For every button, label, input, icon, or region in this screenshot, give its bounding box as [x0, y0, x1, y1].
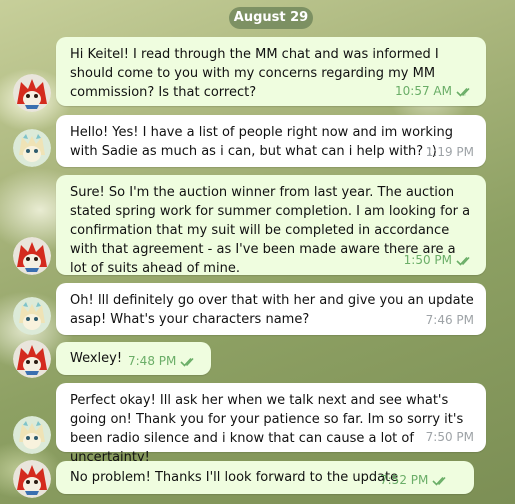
double-check-icon [180, 357, 194, 367]
avatar-recipient[interactable] [13, 297, 51, 335]
avatar-recipient[interactable] [13, 416, 51, 454]
message-time: 1:19 PM [425, 145, 474, 159]
message-time: 7:52 PM [380, 473, 429, 487]
message-meta: 7:48 PM [128, 352, 198, 371]
message-time: 7:46 PM [425, 313, 474, 327]
message-meta: 1:19 PM [426, 143, 474, 162]
message-text: Hello! Yes! I have a list of people righ… [70, 125, 453, 159]
red-character-avatar-icon [13, 460, 51, 498]
avatar-sender[interactable] [13, 74, 51, 112]
red-character-avatar-icon [13, 340, 51, 378]
double-check-icon [456, 256, 470, 266]
message-text: Oh! Ill definitely go over that with her… [70, 293, 474, 327]
message-text: Perfect okay! Ill ask her when we talk n… [70, 393, 464, 465]
cream-character-avatar-icon [13, 129, 51, 167]
message-time: 7:48 PM [128, 354, 177, 368]
message-meta: 10:57 AM [395, 82, 474, 101]
message-bubble-incoming[interactable]: Hello! Yes! I have a list of people righ… [56, 115, 486, 167]
message-bubble-outgoing[interactable]: Wexley! 7:48 PM [56, 342, 211, 375]
avatar-sender[interactable] [13, 237, 51, 275]
cream-character-avatar-icon [13, 416, 51, 454]
message-meta: 7:46 PM [426, 311, 474, 330]
message-meta: 1:50 PM [404, 251, 474, 270]
red-character-avatar-icon [13, 74, 51, 112]
double-check-icon [432, 476, 446, 486]
message-meta: 7:50 PM [426, 428, 474, 447]
message-bubble-outgoing[interactable]: Hi Keitel! I read through the MM chat an… [56, 37, 486, 106]
message-bubble-outgoing[interactable]: Sure! So I'm the auction winner from las… [56, 175, 486, 276]
message-time: 1:50 PM [403, 253, 452, 267]
double-check-icon [456, 87, 470, 97]
avatar-sender[interactable] [13, 340, 51, 378]
message-time: 10:57 AM [395, 84, 452, 98]
message-time: 7:50 PM [425, 430, 474, 444]
avatar-sender[interactable] [13, 460, 51, 498]
cream-character-avatar-icon [13, 297, 51, 335]
message-meta: 7:52 PM [380, 471, 450, 490]
message-bubble-outgoing[interactable]: No problem! Thanks I'll look forward to … [56, 461, 474, 494]
avatar-recipient[interactable] [13, 129, 51, 167]
date-separator: August 29 [229, 7, 313, 29]
message-bubble-incoming[interactable]: Oh! Ill definitely go over that with her… [56, 283, 486, 335]
message-bubble-incoming[interactable]: Perfect okay! Ill ask her when we talk n… [56, 383, 486, 465]
red-character-avatar-icon [13, 237, 51, 275]
